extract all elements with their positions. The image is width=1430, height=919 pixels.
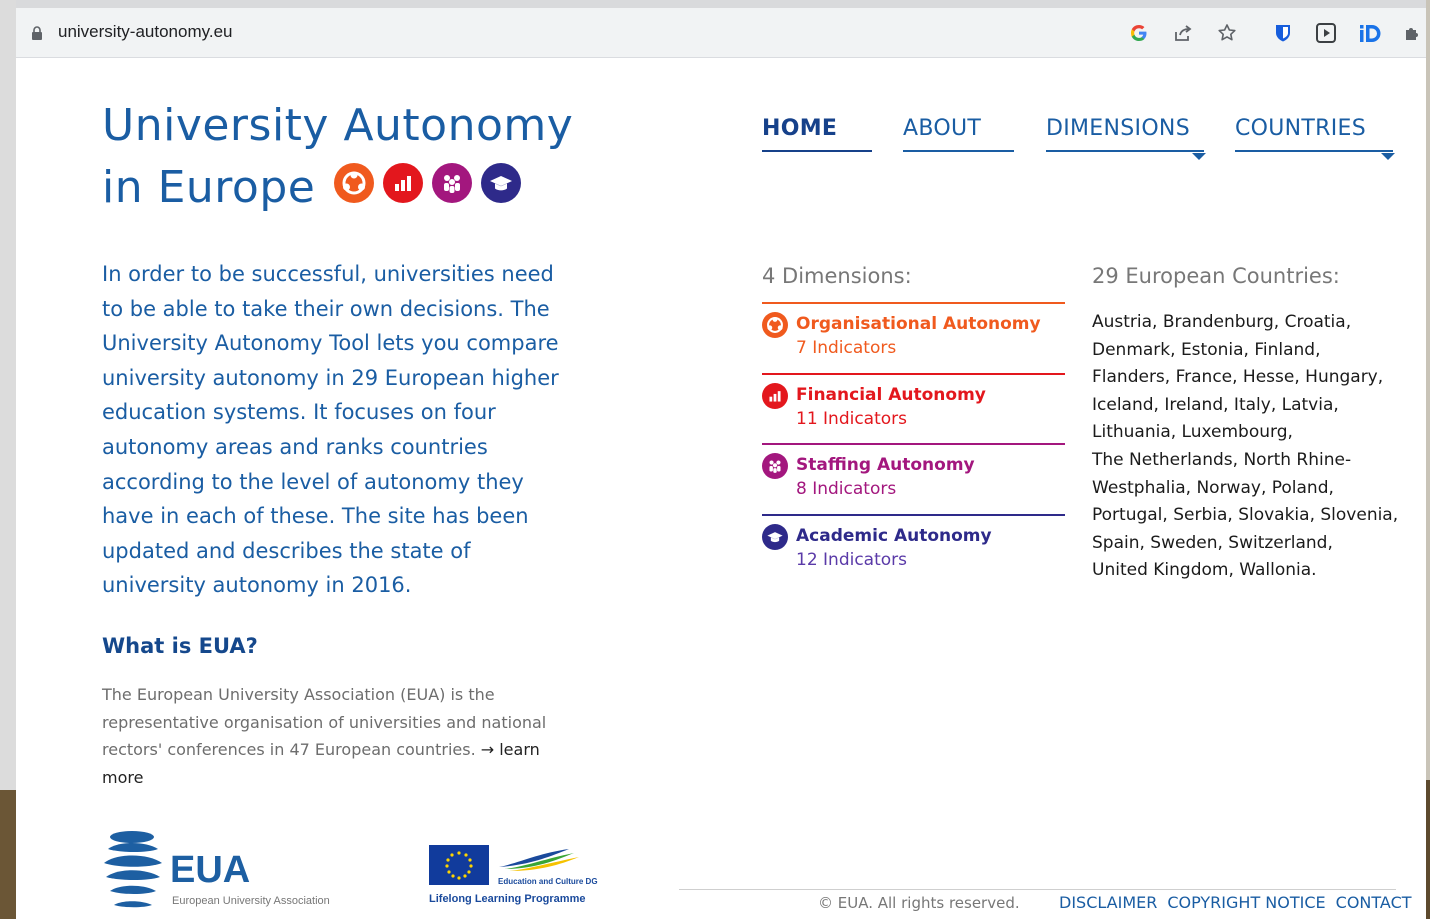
dimension-name[interactable]: Academic Autonomy — [796, 526, 992, 546]
what-is-eua-body: The European University Association (EUA… — [102, 685, 547, 760]
web-page: University Autonomy in Europe HOME ABOUT — [16, 59, 1426, 919]
dropdown-caret-icon[interactable] — [1192, 153, 1206, 160]
site-title-line1[interactable]: University Autonomy — [102, 100, 573, 151]
countries-line[interactable]: The Netherlands, North Rhine- — [1092, 447, 1402, 475]
nav-home[interactable]: HOME — [762, 116, 872, 152]
org-network-icon[interactable] — [762, 312, 788, 338]
graduation-cap-icon[interactable] — [762, 523, 788, 550]
org-network-icon[interactable] — [334, 163, 374, 203]
countries-line[interactable]: Iceland, Ireland, Italy, Latvia, — [1092, 392, 1402, 420]
dimension-count[interactable]: 8 Indicators — [796, 479, 896, 499]
llp-logo-text[interactable]: Lifelong Learning Programme — [429, 893, 585, 905]
countries-list[interactable]: Austria, Brandenburg, Croatia, Denmark, … — [1092, 309, 1402, 585]
nav-about-link[interactable]: ABOUT — [903, 116, 1014, 152]
dimension-academic[interactable]: Academic Autonomy 12 Indicators — [762, 513, 1065, 585]
extensions-puzzle-icon[interactable] — [1400, 20, 1426, 46]
lock-icon[interactable] — [31, 26, 43, 40]
what-is-eua-heading: What is EUA? — [102, 634, 258, 658]
countries-line[interactable]: Westphalia, Norway, Poland, — [1092, 475, 1402, 503]
eua-logo-subtitle[interactable]: European University Association — [172, 895, 330, 907]
contact-link[interactable]: CONTACT — [1336, 893, 1412, 912]
countries-line[interactable]: Lithuania, Luxembourg, — [1092, 419, 1402, 447]
dimension-name[interactable]: Financial Autonomy — [796, 385, 986, 405]
nav-home-link[interactable]: HOME — [762, 116, 872, 152]
dimension-icons — [334, 163, 521, 203]
nav-about[interactable]: ABOUT — [903, 116, 1014, 152]
site-title-line2[interactable]: in Europe — [102, 162, 315, 213]
countries-line[interactable]: Flanders, France, Hesse, Hungary, — [1092, 364, 1402, 392]
countries-line[interactable]: Austria, Brandenburg, Croatia, — [1092, 309, 1402, 337]
eua-logo-text[interactable]: EUA — [170, 849, 250, 892]
countries-line[interactable]: Spain, Sweden, Switzerland, — [1092, 530, 1402, 558]
star-icon[interactable] — [1214, 20, 1240, 46]
footer-divider — [679, 889, 1396, 890]
countries-heading: 29 European Countries: — [1092, 264, 1340, 288]
nav-dimensions[interactable]: DIMENSIONS — [1046, 116, 1206, 160]
llp-logo-dg-text[interactable]: Education and Culture DG — [498, 877, 598, 886]
dimension-financial[interactable]: Financial Autonomy 11 Indicators — [762, 372, 1065, 444]
address-bar[interactable]: university-autonomy.eu — [16, 8, 1426, 58]
nav-dimensions-link[interactable]: DIMENSIONS — [1046, 116, 1204, 152]
desktop-background-right-bottom — [1426, 780, 1430, 919]
dimension-count[interactable]: 11 Indicators — [796, 409, 907, 429]
what-is-eua-text: The European University Association (EUA… — [102, 681, 580, 791]
dimension-name[interactable]: Staffing Autonomy — [796, 455, 975, 475]
intro-text: In order to be successful, universities … — [102, 262, 559, 598]
dimensions-heading: 4 Dimensions: — [762, 264, 912, 288]
dimension-count[interactable]: 12 Indicators — [796, 550, 907, 570]
dropdown-caret-icon[interactable] — [1381, 153, 1395, 160]
footer-links: DISCLAIMER COPYRIGHT NOTICE CONTACT — [1059, 893, 1412, 912]
google-icon[interactable] — [1126, 20, 1152, 46]
desktop-background-left — [0, 0, 16, 919]
graduation-cap-icon[interactable] — [481, 163, 521, 203]
dimension-name[interactable]: Organisational Autonomy — [796, 314, 1041, 334]
media-play-icon[interactable] — [1313, 20, 1339, 46]
disclaimer-link[interactable]: DISCLAIMER — [1059, 893, 1157, 912]
people-icon[interactable] — [762, 453, 788, 479]
browser-window: university-autonomy.eu University Autono… — [16, 8, 1426, 919]
copyright-notice-link[interactable]: COPYRIGHT NOTICE — [1167, 893, 1325, 912]
dimension-staffing[interactable]: Staffing Autonomy 8 Indicators — [762, 443, 1065, 514]
countries-line[interactable]: Denmark, Estonia, Finland, — [1092, 337, 1402, 365]
people-icon[interactable] — [432, 163, 472, 203]
bar-chart-icon[interactable] — [762, 382, 788, 409]
dimension-organisational[interactable]: Organisational Autonomy 7 Indicators — [762, 302, 1065, 373]
nav-countries-link[interactable]: COUNTRIES — [1235, 116, 1393, 152]
dimension-count[interactable]: 7 Indicators — [796, 338, 896, 358]
id-extension-icon[interactable] — [1357, 20, 1383, 46]
dimensions-list: Organisational Autonomy 7 Indicators Fin… — [762, 302, 1065, 584]
bar-chart-icon[interactable] — [383, 163, 423, 203]
countries-line[interactable]: United Kingdom, Wallonia. — [1092, 557, 1402, 585]
countries-line[interactable]: Portugal, Serbia, Slovakia, Slovenia, — [1092, 502, 1402, 530]
share-icon[interactable] — [1170, 20, 1196, 46]
copyright-text: © EUA. All rights reserved. — [818, 894, 1020, 912]
nav-countries[interactable]: COUNTRIES — [1235, 116, 1395, 160]
desktop-background-left-bottom — [0, 790, 16, 919]
bitwarden-shield-icon[interactable] — [1270, 20, 1296, 46]
url-text[interactable]: university-autonomy.eu — [58, 22, 233, 42]
